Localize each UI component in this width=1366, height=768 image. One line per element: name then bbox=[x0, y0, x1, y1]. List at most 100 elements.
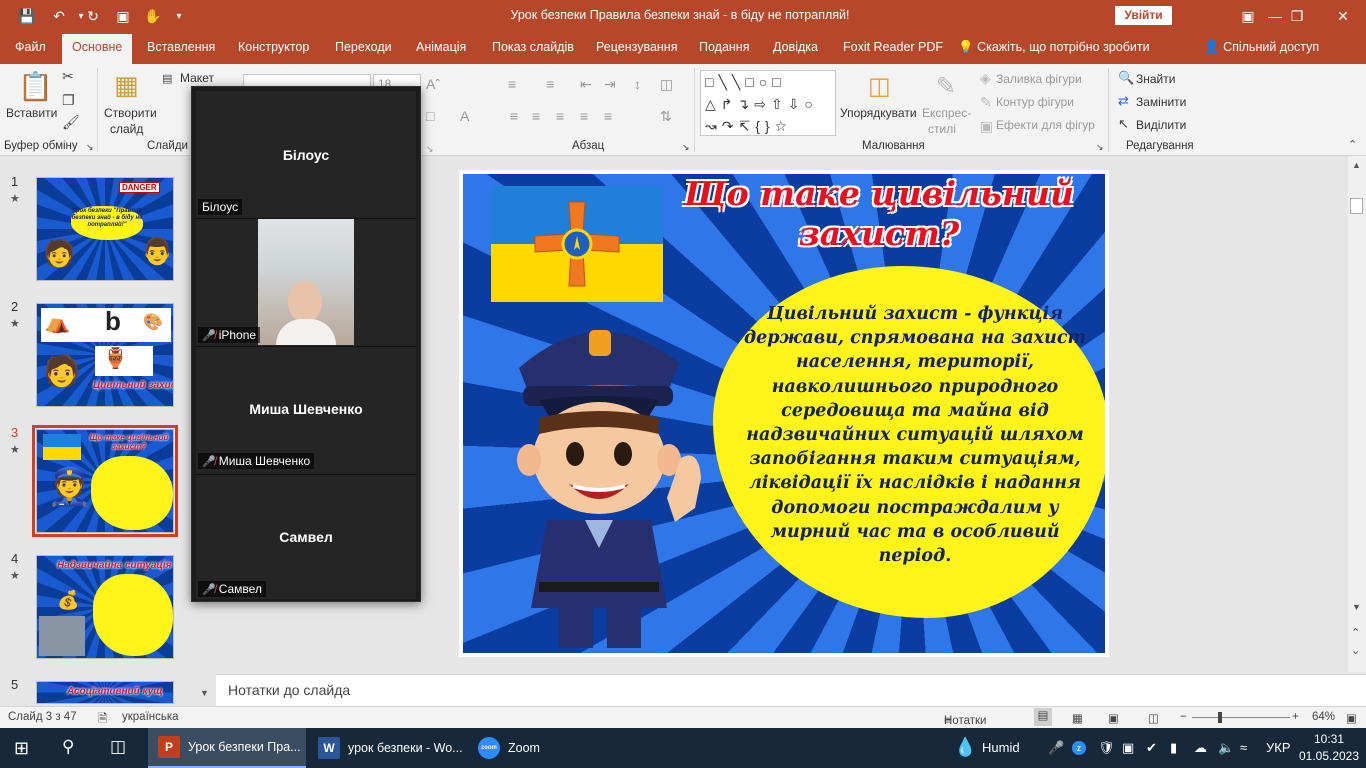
paragraph-launcher-icon[interactable]: ↘ bbox=[682, 142, 690, 153]
slide-canvas[interactable]: Що таке цивільний захист? Цивільний захи… bbox=[459, 170, 1109, 657]
paste-button[interactable]: Вставити bbox=[6, 106, 57, 120]
numbering-icon[interactable]: ≡ bbox=[546, 76, 554, 92]
tab-review[interactable]: Рецензування bbox=[596, 40, 677, 54]
justify-icon[interactable]: ≡ bbox=[580, 108, 588, 124]
customize-toolbar-icon[interactable]: ▾ bbox=[168, 6, 190, 26]
tab-animations[interactable]: Анімація bbox=[416, 40, 466, 54]
quick-styles-icon[interactable]: ✎ bbox=[936, 72, 956, 101]
microphone-icon[interactable]: 🎤 bbox=[1048, 740, 1064, 756]
shape-outline-button[interactable]: Контур фігури bbox=[996, 95, 1074, 109]
sign-in-button[interactable]: Увійти bbox=[1115, 6, 1172, 25]
windows-start-icon[interactable]: ⊞ bbox=[14, 738, 29, 759]
font-launcher-icon[interactable]: ↘ bbox=[426, 144, 434, 155]
align-left-icon[interactable]: ≡ bbox=[510, 108, 518, 124]
security-icon[interactable]: ✔ bbox=[1146, 740, 1157, 756]
columns-icon[interactable]: ◫ bbox=[660, 76, 673, 93]
shape-fill-icon[interactable]: ◈ bbox=[980, 70, 991, 87]
select-button[interactable]: Виділити bbox=[1136, 118, 1186, 132]
shape-effects-icon[interactable]: ▣ bbox=[980, 118, 993, 135]
paste-icon[interactable]: 📋 bbox=[18, 70, 53, 103]
next-slide-icon[interactable]: ⌄ bbox=[1351, 644, 1360, 657]
zoom-participant-tile[interactable]: 🎤̸ iPhone bbox=[196, 219, 416, 347]
line-spacing-icon[interactable]: ↕ bbox=[634, 76, 641, 92]
weather-label[interactable]: Humid bbox=[982, 740, 1020, 755]
save-icon[interactable]: 💾 bbox=[16, 6, 38, 26]
layout-icon[interactable]: ▤ bbox=[162, 72, 172, 85]
text-direction-icon[interactable]: ⇅ bbox=[660, 108, 672, 125]
slide-thumbnail-1[interactable]: Урок безпеки "Правила безпеки знай - в б… bbox=[36, 177, 174, 281]
slide-body-text[interactable]: Цивільний захист - функція держави, спря… bbox=[735, 302, 1095, 568]
replace-button[interactable]: Замінити bbox=[1136, 95, 1186, 109]
taskbar-app-zoom[interactable]: zoom Zoom bbox=[468, 728, 554, 768]
volume-icon[interactable]: 🔈 bbox=[1218, 740, 1234, 756]
new-slide-label-2[interactable]: слайд bbox=[110, 122, 143, 136]
start-slideshow-icon[interactable]: ▣ bbox=[112, 6, 134, 26]
drawing-launcher-icon[interactable]: ↘ bbox=[1096, 142, 1104, 153]
tab-file[interactable]: Файл bbox=[15, 40, 46, 54]
battery-icon[interactable]: ▮ bbox=[1170, 740, 1177, 756]
normal-view-icon[interactable]: ▤ bbox=[1034, 708, 1052, 726]
shape-fill-button[interactable]: Заливка фігури bbox=[996, 72, 1082, 86]
new-slide-icon[interactable]: ▦ bbox=[114, 70, 139, 101]
font-color-icon[interactable]: A bbox=[460, 108, 469, 124]
increase-font-icon[interactable]: Aˆ bbox=[426, 76, 440, 92]
zoom-gallery-panel[interactable]: Білоус Білоус 🎤̸ iPhone Миша Шевченко 🎤̸ М… bbox=[191, 86, 421, 602]
zoom-participant-tile[interactable]: Самвел 🎤̸ Самвел bbox=[196, 475, 416, 599]
redo-icon[interactable]: ↻ bbox=[82, 6, 104, 26]
zoom-in-icon[interactable]: + bbox=[1292, 711, 1299, 723]
zoom-tray-icon[interactable]: z bbox=[1072, 741, 1086, 755]
restore-button[interactable]: ❐ bbox=[1274, 0, 1320, 32]
format-painter-icon[interactable]: 🖌 bbox=[62, 114, 80, 131]
slide-thumbnail-5[interactable]: Асоціативний кущ bbox=[36, 681, 174, 704]
scroll-up-icon[interactable]: ▲ bbox=[1352, 160, 1361, 170]
tell-me-box[interactable]: 💡 Скажіть, що потрібно зробити bbox=[958, 40, 1150, 55]
tab-design[interactable]: Конструктор bbox=[238, 40, 309, 54]
tab-insert[interactable]: Вставлення bbox=[147, 40, 215, 54]
align-right-icon[interactable]: ≡ bbox=[556, 108, 564, 124]
zoom-slider[interactable] bbox=[1192, 717, 1290, 718]
zoom-slider-thumb[interactable] bbox=[1218, 712, 1222, 723]
tab-view[interactable]: Подання bbox=[699, 40, 749, 54]
task-view-icon[interactable]: ◫ bbox=[110, 737, 126, 757]
distribute-icon[interactable]: ≡ bbox=[604, 108, 612, 124]
scroll-down-icon[interactable]: ▼ bbox=[1352, 602, 1361, 612]
layout-button[interactable]: Макет bbox=[180, 71, 214, 85]
quick-styles-label-2[interactable]: стилі bbox=[928, 122, 956, 136]
slideshow-view-icon[interactable]: ◫ bbox=[1148, 711, 1159, 725]
scroll-down-icon[interactable]: ▼ bbox=[200, 688, 209, 698]
slide-thumbnail-2[interactable]: ⛺ b 🎨 🏺 Цивільний захист 🧑 bbox=[36, 303, 174, 407]
input-language[interactable]: УКР bbox=[1266, 740, 1291, 755]
tab-slideshow[interactable]: Показ слайдів bbox=[492, 40, 574, 54]
tab-home[interactable]: Основне bbox=[62, 34, 133, 64]
close-button[interactable]: ✕ bbox=[1320, 0, 1366, 32]
replace-icon[interactable]: ⇄ bbox=[1118, 93, 1129, 109]
touch-mode-icon[interactable]: ✋ bbox=[142, 6, 164, 26]
undo-icon[interactable]: ↶ bbox=[48, 6, 70, 26]
wifi-icon[interactable]: ≈ bbox=[1240, 740, 1247, 755]
shapes-gallery[interactable]: □╲╲□○□ △↱↴⇨⇧⇩○ ↝↷↸{}☆ bbox=[700, 70, 836, 136]
slide-thumbnail-4[interactable]: Надзвичайна ситуація 💰 bbox=[36, 555, 174, 659]
cut-icon[interactable]: ✂ bbox=[62, 68, 74, 85]
arrange-button[interactable]: Упорядкувати bbox=[840, 106, 917, 120]
weather-drop-icon[interactable]: 💧 bbox=[954, 737, 976, 758]
slide-sorter-icon[interactable]: ▦ bbox=[1072, 711, 1083, 725]
slide-thumbnail-3[interactable]: Що таке цивільний захист? 👮 bbox=[32, 425, 178, 537]
shape-outline-icon[interactable]: ✎ bbox=[980, 94, 992, 111]
increase-indent-icon[interactable]: ⇥ bbox=[604, 76, 616, 93]
clear-format-icon[interactable]: □ bbox=[426, 108, 434, 124]
clock-time[interactable]: 10:31 bbox=[1302, 732, 1356, 746]
zoom-out-icon[interactable]: − bbox=[1180, 711, 1187, 723]
bullets-icon[interactable]: ≡ bbox=[508, 76, 516, 92]
tab-help[interactable]: Довідка bbox=[773, 40, 818, 54]
fit-to-window-icon[interactable]: ▣ bbox=[1346, 711, 1357, 725]
tab-transitions[interactable]: Переходи bbox=[335, 40, 392, 54]
taskbar-app-word[interactable]: W урок безпеки - Wo... bbox=[308, 728, 466, 768]
language-indicator[interactable]: українська bbox=[122, 711, 179, 723]
reading-view-icon[interactable]: ▣ bbox=[1108, 711, 1119, 725]
tab-foxit[interactable]: Foxit Reader PDF bbox=[843, 40, 943, 54]
zoom-level[interactable]: 64% bbox=[1312, 711, 1335, 723]
arrange-icon[interactable]: ◫ bbox=[868, 72, 891, 101]
taskbar-app-powerpoint[interactable]: P Урок безпеки Пра... bbox=[148, 728, 306, 768]
collapse-ribbon-icon[interactable]: ⌃ bbox=[1348, 138, 1357, 151]
decrease-indent-icon[interactable]: ⇤ bbox=[580, 76, 592, 93]
